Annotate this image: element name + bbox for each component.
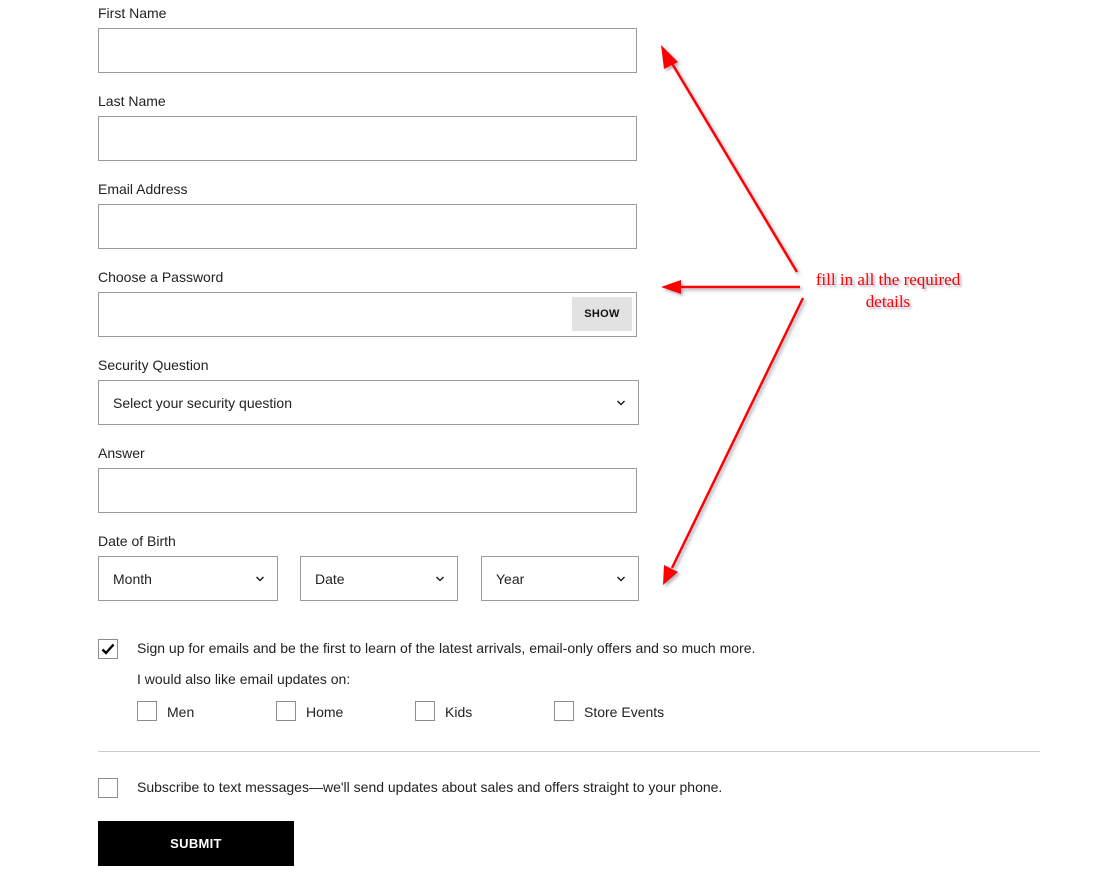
men-label: Men	[167, 704, 195, 720]
chevron-down-icon	[255, 574, 265, 584]
answer-input[interactable]	[99, 469, 636, 512]
sms-signup-checkbox[interactable]	[98, 778, 118, 798]
kids-label: Kids	[445, 704, 473, 720]
answer-label: Answer	[98, 445, 145, 461]
dob-label: Date of Birth	[98, 533, 176, 549]
dob-date-value: Date	[315, 570, 345, 587]
annotation-line-2: details	[865, 292, 911, 311]
security-question-value: Select your security question	[113, 394, 292, 411]
answer-field[interactable]	[98, 468, 637, 513]
chevron-down-icon	[616, 574, 626, 584]
dob-date-select[interactable]: Date	[300, 556, 458, 601]
dob-month-select[interactable]: Month	[98, 556, 278, 601]
annotation-text: fill in all the required details	[790, 269, 986, 313]
arrow-to-password	[661, 280, 800, 294]
email-label: Email Address	[98, 181, 188, 197]
last-name-label: Last Name	[98, 93, 166, 109]
security-question-label: Security Question	[98, 357, 209, 373]
email-signup-text: Sign up for emails and be the first to l…	[137, 640, 756, 656]
divider	[98, 751, 1040, 752]
dob-year-select[interactable]: Year	[481, 556, 639, 601]
arrow-to-first-name	[661, 45, 799, 273]
dob-year-value: Year	[496, 570, 525, 587]
last-name-field[interactable]	[98, 116, 637, 161]
store-events-checkbox[interactable]	[554, 701, 574, 721]
arrow-to-date-of-birth	[663, 297, 805, 585]
email-field[interactable]	[98, 204, 637, 249]
email-input[interactable]	[99, 205, 636, 248]
sms-signup-text: Subscribe to text messages—we'll send up…	[137, 779, 723, 795]
password-field[interactable]: SHOW	[98, 292, 637, 337]
chevron-down-icon	[616, 398, 626, 408]
home-label: Home	[306, 704, 344, 720]
kids-checkbox[interactable]	[415, 701, 435, 721]
security-question-select[interactable]: Select your security question	[98, 380, 639, 425]
last-name-input[interactable]	[99, 117, 636, 160]
first-name-field[interactable]	[98, 28, 637, 73]
email-updates-label: I would also like email updates on:	[137, 671, 351, 687]
first-name-input[interactable]	[99, 29, 636, 72]
annotation-line-1: fill in all the required	[815, 270, 961, 289]
show-password-button[interactable]: SHOW	[572, 297, 632, 331]
home-checkbox[interactable]	[276, 701, 296, 721]
password-input[interactable]	[99, 293, 559, 336]
store-events-label: Store Events	[584, 704, 665, 720]
password-label: Choose a Password	[98, 269, 224, 285]
men-checkbox[interactable]	[137, 701, 157, 721]
checkmark-icon	[101, 643, 115, 655]
first-name-label: First Name	[98, 5, 167, 21]
chevron-down-icon	[435, 574, 445, 584]
email-signup-checkbox[interactable]	[98, 639, 118, 659]
submit-button[interactable]: SUBMIT	[98, 821, 294, 866]
dob-month-value: Month	[113, 570, 152, 587]
